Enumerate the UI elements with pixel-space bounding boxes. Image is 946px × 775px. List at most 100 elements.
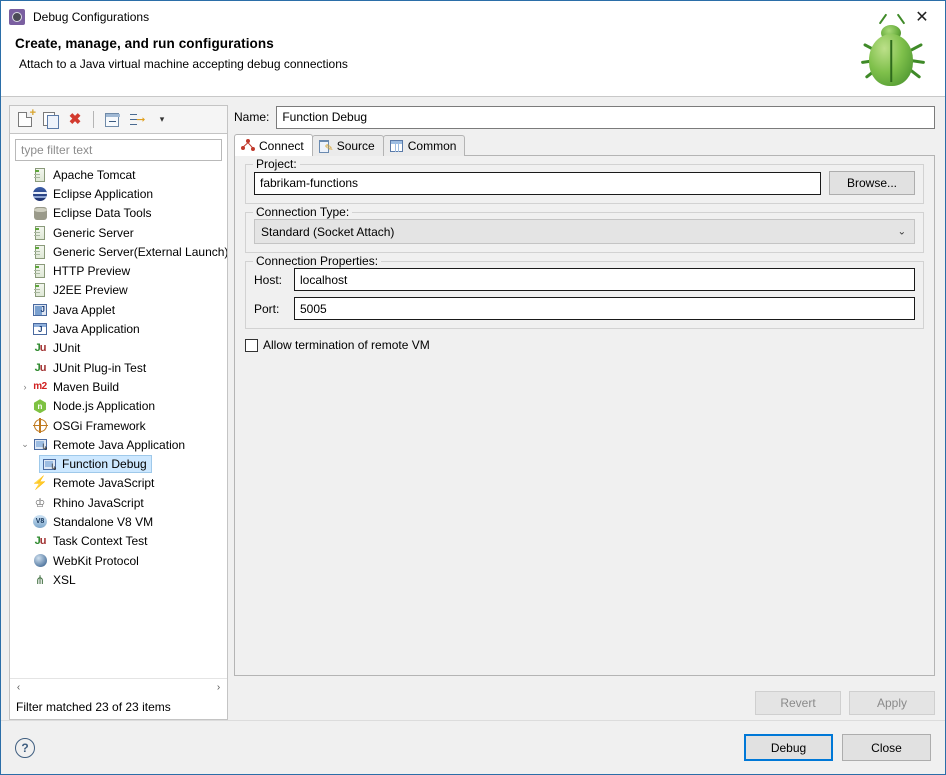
host-input[interactable] xyxy=(294,268,915,291)
tab-label: Source xyxy=(337,139,375,153)
tree-item-label: Java Application xyxy=(53,322,140,336)
server-icon xyxy=(32,225,48,241)
tree-item-label: Apache Tomcat xyxy=(53,168,136,182)
tree-item-remote-java-application[interactable]: ⌄↳Remote Java Application xyxy=(10,435,227,454)
tree-item-task-context-test[interactable]: JuTask Context Test xyxy=(10,532,227,551)
tree-expander-icon[interactable]: › xyxy=(18,380,32,394)
tab-label: Common xyxy=(408,139,457,153)
debug-configurations-dialog: Debug Configurations ✕ Create, manage, a… xyxy=(0,0,946,775)
tree-expander-spacer xyxy=(18,515,32,529)
tree-item-label: Eclipse Data Tools xyxy=(53,206,152,220)
tree-item-webkit-protocol[interactable]: WebKit Protocol xyxy=(10,551,227,570)
tree-item-content: Eclipse Data Tools xyxy=(32,205,152,221)
tree-item-label: Function Debug xyxy=(62,457,147,471)
page-subtitle: Attach to a Java virtual machine accepti… xyxy=(19,57,945,71)
scroll-left-icon[interactable]: ‹ xyxy=(10,679,27,696)
tree-item-junit[interactable]: JuJUnit xyxy=(10,339,227,358)
tree-item-label: Eclipse Application xyxy=(53,187,153,201)
tab-source[interactable]: ✎ Source xyxy=(312,135,384,156)
tab-common[interactable]: Common xyxy=(383,135,466,156)
dialog-footer: ? Debug Close xyxy=(1,720,945,774)
apply-button[interactable]: Apply xyxy=(849,691,935,715)
tree-expander-spacer xyxy=(18,168,32,182)
configuration-editor: Name: Connect✎SourceCommon Project: Brow… xyxy=(234,105,935,720)
tree-item-osgi-framework[interactable]: OSGi Framework xyxy=(10,416,227,435)
tree-expander-spacer xyxy=(18,322,32,336)
tree-item-content: Eclipse Application xyxy=(32,186,153,202)
revert-button[interactable]: Revert xyxy=(755,691,841,715)
scroll-right-icon[interactable]: › xyxy=(210,679,227,696)
tree-expander-icon[interactable]: ⌄ xyxy=(18,438,32,452)
nodejs-icon: n xyxy=(32,398,48,414)
allow-termination-checkbox[interactable] xyxy=(245,339,258,352)
tree-item-eclipse-data-tools[interactable]: Eclipse Data Tools xyxy=(10,204,227,223)
project-group: Project: Browse... xyxy=(245,164,924,204)
toolbar-menu-caret-icon[interactable]: ▾ xyxy=(151,109,173,131)
tree-expander-spacer xyxy=(18,496,32,510)
tab-connect[interactable]: Connect xyxy=(234,134,313,156)
tree-expander-spacer xyxy=(18,226,32,240)
new-launch-configuration-button[interactable] xyxy=(14,109,36,131)
tree-item-content: OSGi Framework xyxy=(32,418,146,434)
delete-configuration-button[interactable]: ✖ xyxy=(64,109,86,131)
help-question-icon[interactable]: ? xyxy=(15,738,35,758)
server-icon xyxy=(32,282,48,298)
tree-horizontal-scrollbar[interactable]: ‹ › xyxy=(10,678,227,695)
filter-launch-configurations-button[interactable]: ➞ xyxy=(126,109,148,131)
connection-properties-group-label: Connection Properties: xyxy=(253,254,381,268)
java-application-icon: J xyxy=(32,321,48,337)
connection-type-group: Connection Type: Standard (Socket Attach… xyxy=(245,212,924,253)
host-label: Host: xyxy=(254,273,294,287)
tree-item-junit-plug-in-test[interactable]: JuJUnit Plug-in Test xyxy=(10,358,227,377)
configuration-tabs: Connect ✎ Source Common xyxy=(234,134,935,156)
configurations-tree[interactable]: Apache Tomcat Eclipse Application Eclipse … xyxy=(10,163,227,678)
tree-item-java-application[interactable]: J Java Application xyxy=(10,319,227,338)
tree-item-label: Maven Build xyxy=(53,380,119,394)
tree-item-remote-javascript[interactable]: ⚡Remote JavaScript xyxy=(10,474,227,493)
source-icon: ✎ xyxy=(318,139,333,154)
remote-java-icon: ↳ xyxy=(41,456,57,472)
tree-item-maven-build[interactable]: ›m2 Maven Build xyxy=(10,377,227,396)
server-icon xyxy=(32,167,48,183)
tree-item-generic-server-external-launch[interactable]: Generic Server(External Launch) xyxy=(10,242,227,261)
tree-item-function-debug[interactable]: ↳ Function Debug xyxy=(10,454,227,473)
tree-item-content: Generic Server xyxy=(32,225,134,241)
collapse-all-button[interactable] xyxy=(101,109,123,131)
tree-item-label: Java Applet xyxy=(53,303,115,317)
configuration-name-input[interactable] xyxy=(276,106,935,129)
browse-button[interactable]: Browse... xyxy=(829,171,915,195)
close-button[interactable]: Close xyxy=(842,734,931,761)
port-input[interactable] xyxy=(294,297,915,320)
duplicate-configuration-button[interactable] xyxy=(39,109,61,131)
connection-type-select[interactable]: Standard (Socket Attach) ⌄ xyxy=(254,219,915,244)
tree-item-label: HTTP Preview xyxy=(53,264,130,278)
tree-item-content: WebKit Protocol xyxy=(32,553,139,569)
tree-item-content: J Java Application xyxy=(32,321,140,337)
allow-termination-row[interactable]: Allow termination of remote VM xyxy=(245,338,924,352)
project-input[interactable] xyxy=(254,172,821,195)
xsl-icon: ⋔ xyxy=(32,572,48,588)
tree-item-content: ⚡Remote JavaScript xyxy=(32,475,154,491)
tree-item-label: XSL xyxy=(53,573,76,587)
tree-item-java-applet[interactable]: JJava Applet xyxy=(10,300,227,319)
tree-item-standalone-v8-vm[interactable]: V8Standalone V8 VM xyxy=(10,512,227,531)
maven-icon: m2 xyxy=(32,379,48,395)
tree-item-label: WebKit Protocol xyxy=(53,554,139,568)
tree-item-generic-server[interactable]: Generic Server xyxy=(10,223,227,242)
tree-item-node-js-application[interactable]: nNode.js Application xyxy=(10,397,227,416)
eclipse-globe-icon xyxy=(32,186,48,202)
tree-item-xsl[interactable]: ⋔ XSL xyxy=(10,570,227,589)
tree-item-eclipse-application[interactable]: Eclipse Application xyxy=(10,184,227,203)
tree-item-content: JuJUnit xyxy=(32,340,80,356)
tree-item-rhino-javascript[interactable]: ♔Rhino JavaScript xyxy=(10,493,227,512)
tree-expander-spacer xyxy=(18,573,32,587)
debug-button[interactable]: Debug xyxy=(744,734,833,761)
scrollbar-track[interactable] xyxy=(27,679,210,696)
tree-item-http-preview[interactable]: HTTP Preview xyxy=(10,261,227,280)
tree-item-j2ee-preview[interactable]: J2EE Preview xyxy=(10,281,227,300)
tree-item-apache-tomcat[interactable]: Apache Tomcat xyxy=(10,165,227,184)
tree-item-content: J2EE Preview xyxy=(32,282,128,298)
tree-item-label: Standalone V8 VM xyxy=(53,515,153,529)
filter-input[interactable] xyxy=(15,139,222,161)
title-bar: Debug Configurations ✕ xyxy=(1,1,945,32)
